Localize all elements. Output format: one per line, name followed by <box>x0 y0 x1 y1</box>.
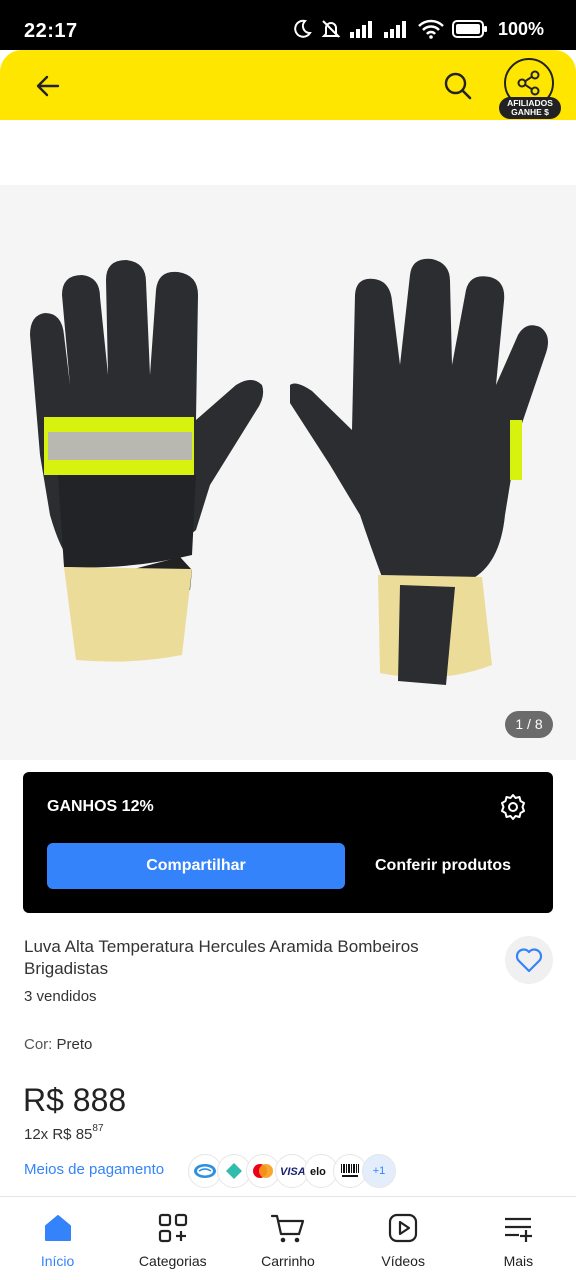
afiliados-line2: GANHE $ <box>511 107 549 117</box>
color-label: Cor: <box>24 1036 53 1053</box>
nav-more[interactable]: Mais <box>461 1197 576 1280</box>
signal-icon <box>349 21 372 38</box>
battery-percent: 100% <box>497 18 544 39</box>
status-bar: 22:17 100% <box>0 0 576 50</box>
video-icon <box>386 1211 420 1245</box>
check-products-button[interactable]: Conferir produtos <box>363 843 523 889</box>
nav-cart[interactable]: Carrinho <box>230 1197 345 1280</box>
back-button[interactable] <box>30 68 66 104</box>
svg-text:elo: elo <box>310 1166 326 1177</box>
battery-icon <box>451 20 487 38</box>
nav-cart-label: Carrinho <box>261 1253 315 1269</box>
color-selector[interactable]: Cor: Preto <box>24 1036 92 1053</box>
image-counter: 1 / 8 <box>505 711 553 738</box>
nav-videos-label: Vídeos <box>381 1253 425 1269</box>
categories-icon <box>156 1211 190 1245</box>
product-image-gallery[interactable] <box>0 185 576 760</box>
status-icons: 100% <box>292 18 544 40</box>
svg-text:VISA: VISA <box>280 1166 305 1177</box>
nav-home-label: Início <box>40 1253 75 1269</box>
nav-categories-label: Categorias <box>138 1253 207 1269</box>
earnings-title: GANHOS 12% <box>47 798 154 815</box>
nav-categories[interactable]: Categorias <box>115 1197 230 1280</box>
affiliate-settings-button[interactable] <box>498 792 528 822</box>
heart-icon <box>515 948 543 973</box>
nav-home[interactable]: Início <box>0 1197 115 1280</box>
menu-icon <box>501 1211 535 1245</box>
installments-cents: 87 <box>92 1123 104 1134</box>
bottom-navigation: Início Categorias Carrinho Vídeos Mais <box>0 1196 576 1280</box>
left-glove-image <box>30 260 264 662</box>
share-button[interactable]: Compartilhar <box>47 843 345 889</box>
nav-videos[interactable]: Vídeos <box>346 1197 461 1280</box>
gear-icon <box>501 794 525 820</box>
share-icon <box>517 70 540 96</box>
search-button[interactable] <box>440 68 476 104</box>
search-icon <box>444 72 472 100</box>
wifi-icon <box>418 19 444 39</box>
signal-icon-2 <box>383 21 406 38</box>
header: AFILIADOS GANHE $ <box>0 50 576 120</box>
product-image <box>30 258 548 685</box>
affiliate-earnings-card: GANHOS 12% Compartilhar Conferir produto… <box>23 772 553 913</box>
product-title: Luva Alta Temperatura Hercules Aramida B… <box>24 937 419 978</box>
more-payment-methods: +1 <box>362 1154 396 1188</box>
cart-icon <box>270 1211 305 1245</box>
moon-icon <box>294 19 312 38</box>
color-value: Preto <box>56 1036 93 1053</box>
arrow-left-icon <box>36 75 60 97</box>
payment-methods-link[interactable]: Meios de pagamento <box>24 1161 164 1178</box>
afiliados-badge[interactable]: AFILIADOS GANHE $ <box>499 97 561 119</box>
bell-off-icon <box>321 20 341 38</box>
status-time: 22:17 <box>24 20 78 42</box>
sold-count: 3 vendidos <box>24 988 97 1005</box>
price: R$ 888 <box>23 1082 127 1118</box>
installments-amount: 12x R$ 85 <box>24 1126 93 1143</box>
right-glove-image <box>290 258 548 685</box>
installments: 12x R$ 8587 <box>24 1123 104 1143</box>
home-icon <box>41 1211 75 1245</box>
favorite-button[interactable] <box>505 936 553 984</box>
payment-icons[interactable]: VISA elo +1 <box>188 1154 396 1188</box>
nav-more-label: Mais <box>503 1253 534 1269</box>
